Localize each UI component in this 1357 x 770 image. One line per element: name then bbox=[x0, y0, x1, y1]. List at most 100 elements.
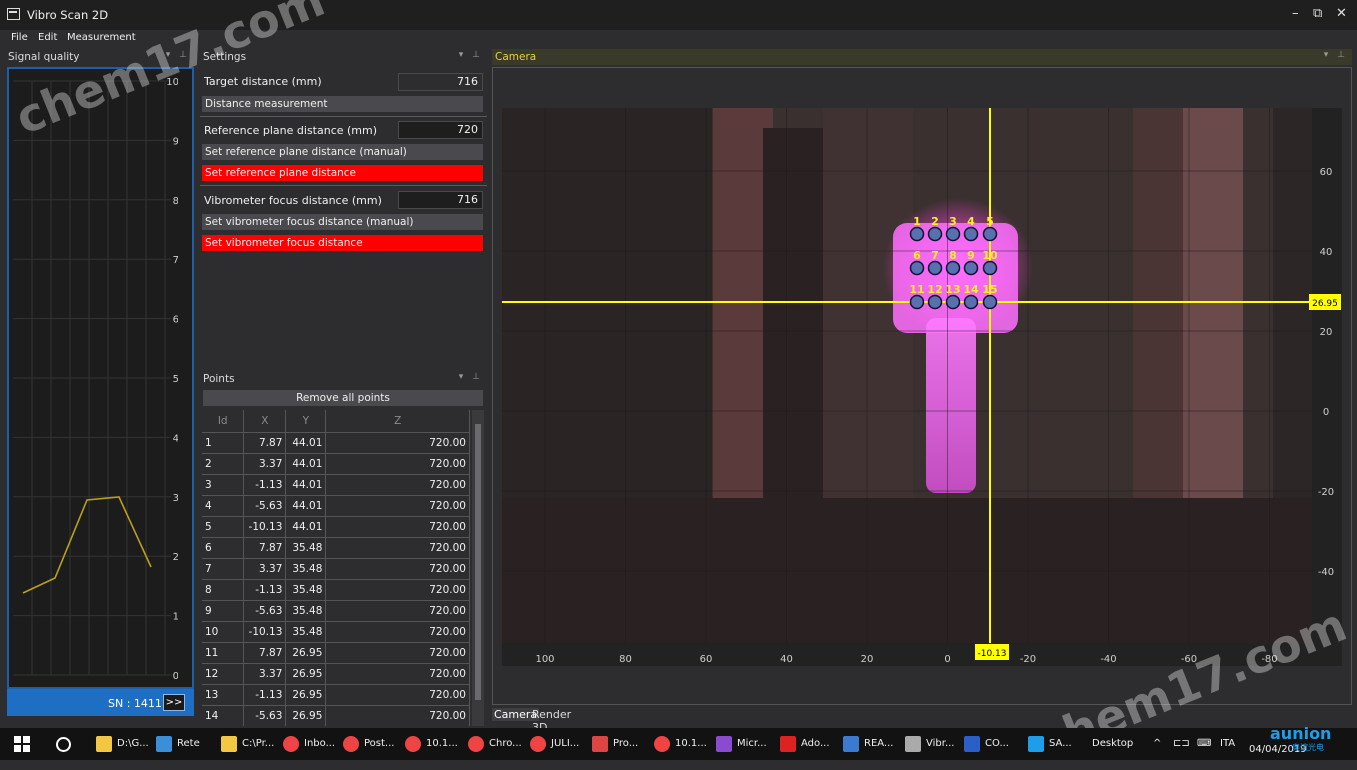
table-cell: 720.00 bbox=[325, 642, 470, 664]
table-row[interactable]: 8 -1.13 35.48 720.00 bbox=[202, 579, 470, 601]
scan-point-marker[interactable] bbox=[945, 294, 961, 310]
pin-icon[interactable]: ▾ ⊥ bbox=[459, 372, 483, 382]
table-cell: 35.48 bbox=[285, 537, 327, 559]
table-cell: 3.37 bbox=[243, 558, 287, 580]
expand-button[interactable]: >> bbox=[163, 694, 185, 711]
scan-point-marker[interactable] bbox=[927, 226, 943, 242]
camera-image[interactable]: 100 80 60 40 20 0 -20 -40 -60 -806040200-20-40 12… bbox=[493, 68, 1351, 704]
set-ref-plane-manual-button[interactable]: Set reference plane distance (manual) bbox=[202, 144, 483, 160]
y-tick-label: 2 bbox=[173, 552, 178, 563]
column-header-x[interactable]: X bbox=[243, 410, 287, 433]
table-cell: -1.13 bbox=[243, 579, 287, 601]
x-tick-label: 60 bbox=[700, 654, 713, 665]
table-cell: 6 bbox=[202, 537, 245, 559]
table-cell: 8 bbox=[202, 579, 245, 601]
table-row[interactable]: 2 3.37 44.01 720.00 bbox=[202, 453, 470, 475]
menu-edit[interactable]: Edit bbox=[38, 32, 57, 43]
table-cell: 44.01 bbox=[285, 453, 327, 475]
remove-all-points-button[interactable]: Remove all points bbox=[203, 390, 483, 406]
table-row[interactable]: 9 -5.63 35.48 720.00 bbox=[202, 600, 470, 622]
scan-point-marker[interactable] bbox=[909, 226, 925, 242]
set-focus-manual-button[interactable]: Set vibrometer focus distance (manual) bbox=[202, 214, 483, 230]
desktop-label: Desktop bbox=[1092, 738, 1134, 749]
scan-point-label: 12 bbox=[927, 283, 942, 296]
x-tick-label: 100 bbox=[535, 654, 554, 665]
scan-point-marker[interactable] bbox=[927, 294, 943, 310]
scan-point-label: 9 bbox=[967, 249, 975, 262]
table-row[interactable]: 1 7.87 44.01 720.00 bbox=[202, 432, 470, 454]
pin-icon[interactable]: ▾ ⊥ bbox=[1324, 50, 1348, 60]
table-row[interactable]: 12 3.37 26.95 720.00 bbox=[202, 663, 470, 685]
column-header-y[interactable]: Y bbox=[285, 410, 327, 433]
y-tick-label: 9 bbox=[173, 136, 178, 147]
table-row[interactable]: 4 -5.63 44.01 720.00 bbox=[202, 495, 470, 517]
table-cell: 10 bbox=[202, 621, 245, 643]
table-row[interactable]: 10 -10.13 35.48 720.00 bbox=[202, 621, 470, 643]
column-header-z[interactable]: Z bbox=[325, 410, 470, 433]
scan-point-marker[interactable] bbox=[982, 260, 998, 276]
y-tick-label: 3 bbox=[173, 493, 178, 504]
settings-title: Settings bbox=[203, 51, 247, 63]
camera-view: 100 80 60 40 20 0 -20 -40 -60 -80 60 40 20 0 -20 -40 12… bbox=[492, 67, 1352, 705]
start-button[interactable] bbox=[14, 728, 34, 760]
points-scrollbar[interactable] bbox=[472, 410, 484, 726]
close-button[interactable]: ✕ bbox=[1336, 6, 1347, 21]
taskbar-app-label: 10.1... bbox=[426, 738, 458, 749]
scan-point-marker[interactable] bbox=[963, 294, 979, 310]
camera-header: Camera ▾ ⊥ bbox=[492, 49, 1352, 65]
table-row[interactable]: 11 7.87 26.95 720.00 bbox=[202, 642, 470, 664]
table-row[interactable]: 13 -1.13 26.95 720.00 bbox=[202, 684, 470, 706]
scan-point-marker[interactable] bbox=[945, 226, 961, 242]
taskbar-app-label: D:\G... bbox=[117, 738, 149, 749]
app-icon bbox=[343, 736, 359, 752]
focus-distance-field[interactable]: 716 bbox=[398, 191, 483, 209]
distance-measurement-button[interactable]: Distance measurement bbox=[202, 96, 483, 112]
x-tick-label: -80 bbox=[1261, 654, 1277, 665]
search-icon bbox=[56, 737, 71, 752]
pin-icon[interactable]: ▾ ⊥ bbox=[166, 50, 190, 60]
table-cell: 11 bbox=[202, 642, 245, 664]
scan-point-marker[interactable] bbox=[945, 260, 961, 276]
scan-point-marker[interactable] bbox=[909, 294, 925, 310]
table-cell: 44.01 bbox=[285, 432, 327, 454]
language-label: ITA bbox=[1220, 738, 1236, 749]
y-tick-label: 60 bbox=[1320, 167, 1333, 178]
taskbar-app-label: Ado... bbox=[801, 738, 830, 749]
scan-point-marker[interactable] bbox=[909, 260, 925, 276]
set-focus-button[interactable]: Set vibrometer focus distance bbox=[202, 235, 483, 251]
scan-point-marker[interactable] bbox=[963, 260, 979, 276]
table-row[interactable]: 3 -1.13 44.01 720.00 bbox=[202, 474, 470, 496]
search-button[interactable] bbox=[56, 728, 76, 760]
table-cell: 3.37 bbox=[243, 453, 287, 475]
menu-file[interactable]: File bbox=[11, 32, 28, 43]
table-row[interactable]: 14 -5.63 26.95 720.00 bbox=[202, 705, 470, 726]
restore-button[interactable]: ⧉ bbox=[1313, 6, 1322, 21]
scan-point-label: 3 bbox=[949, 215, 957, 228]
pin-icon[interactable]: ▾ ⊥ bbox=[459, 50, 483, 60]
y-tick-label: -20 bbox=[1318, 487, 1334, 498]
scan-point-marker[interactable] bbox=[963, 226, 979, 242]
minimize-button[interactable]: – bbox=[1292, 6, 1299, 21]
ref-plane-label: Reference plane distance (mm) bbox=[204, 124, 378, 137]
set-ref-plane-button[interactable]: Set reference plane distance bbox=[202, 165, 483, 181]
table-cell: 7 bbox=[202, 558, 245, 580]
scan-point-label: 6 bbox=[913, 249, 921, 262]
app-icon bbox=[654, 736, 670, 752]
scan-point-label: 10 bbox=[982, 249, 998, 262]
table-row[interactable]: 7 3.37 35.48 720.00 bbox=[202, 558, 470, 580]
menu-measurement[interactable]: Measurement bbox=[67, 32, 136, 43]
column-header-id[interactable]: Id bbox=[202, 410, 245, 433]
scan-point-marker[interactable] bbox=[982, 294, 998, 310]
scrollbar-thumb[interactable] bbox=[475, 424, 481, 700]
table-row[interactable]: 6 7.87 35.48 720.00 bbox=[202, 537, 470, 559]
table-row[interactable]: 5 -10.13 44.01 720.00 bbox=[202, 516, 470, 538]
ref-plane-field[interactable]: 720 bbox=[398, 121, 483, 139]
brand-subtitle: 奥谊光电 bbox=[1292, 743, 1324, 752]
app-icon bbox=[283, 736, 299, 752]
table-cell: 26.95 bbox=[285, 642, 327, 664]
scan-point-marker[interactable] bbox=[982, 226, 998, 242]
scan-point-marker[interactable] bbox=[927, 260, 943, 276]
target-distance-field[interactable]: 716 bbox=[398, 73, 483, 91]
cursor-y-label: 26.95 bbox=[1312, 299, 1338, 309]
y-tick-label: 7 bbox=[173, 255, 178, 266]
